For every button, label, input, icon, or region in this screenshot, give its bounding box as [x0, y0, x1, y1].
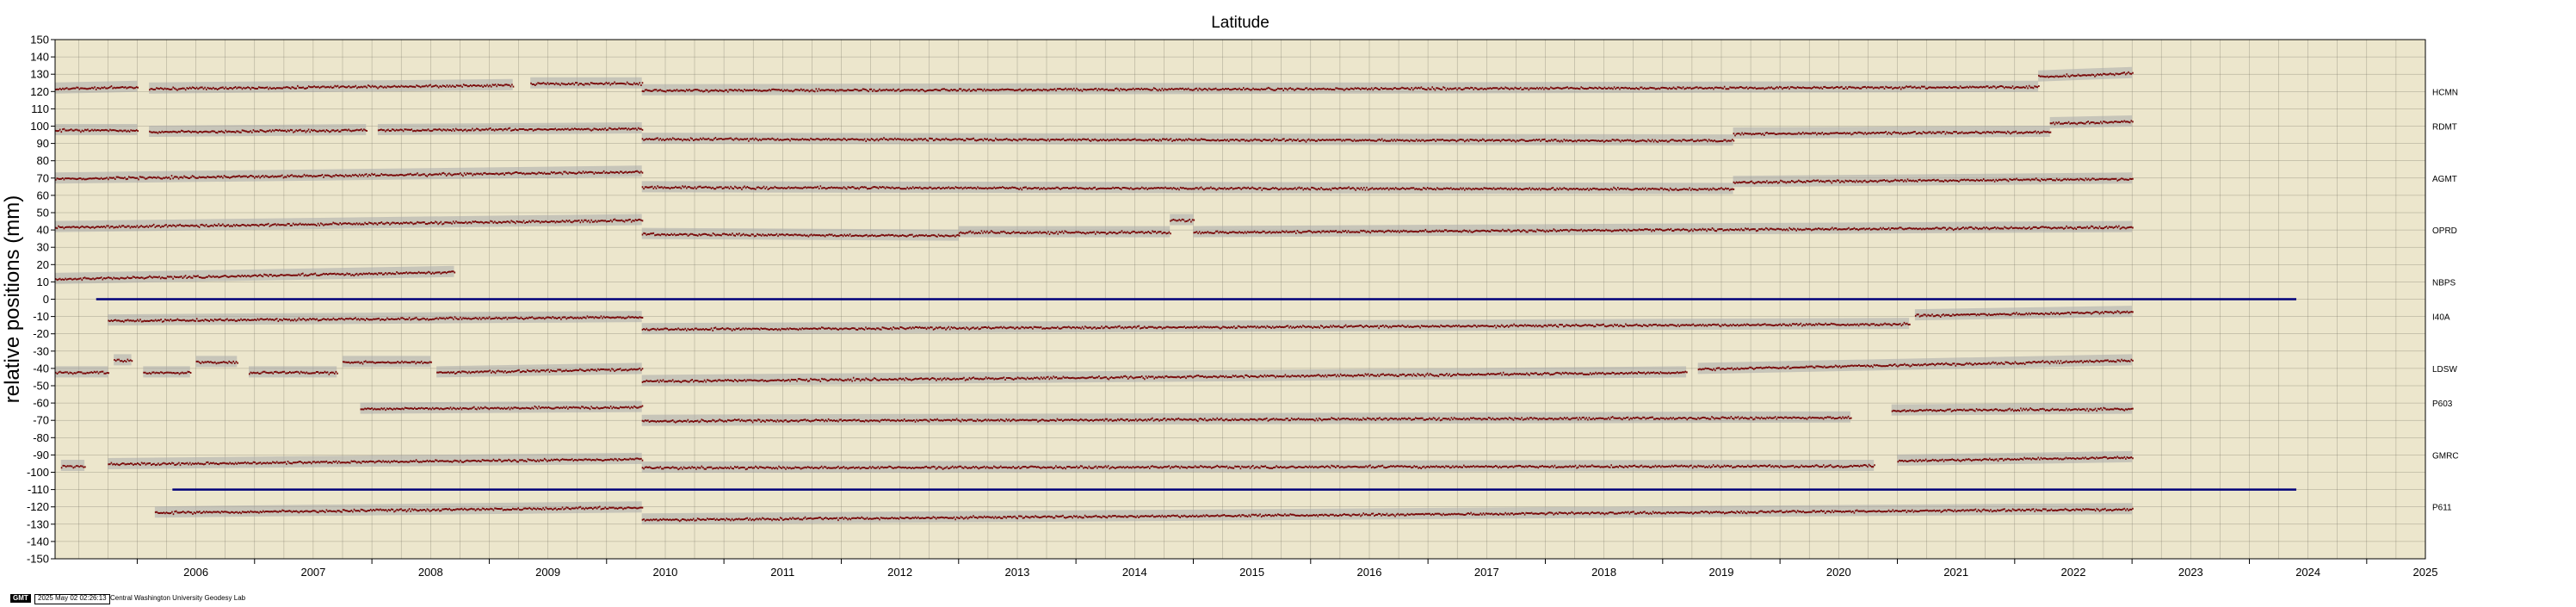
y-tick-label: -50 — [33, 380, 49, 393]
y-axis-label: relative positions (mm) — [1, 195, 24, 403]
y-tick-label: 140 — [30, 51, 49, 64]
y-tick-label: -140 — [27, 535, 49, 548]
x-axis-ticks: 2006 2007 2008 2009 2010 2011 2012 2013 2014 2015… — [136, 559, 2438, 579]
x-tick-label: 2010 — [652, 566, 677, 579]
x-tick-label: 2015 — [1239, 566, 1264, 579]
footer-timestamp: 2025 May 02 02:26:13 — [34, 594, 110, 604]
y-tick-label: -80 — [33, 431, 49, 444]
y-tick-label: 90 — [37, 137, 49, 150]
x-tick-label: 2007 — [300, 566, 325, 579]
x-tick-label: 2013 — [1004, 566, 1029, 579]
station-label: AGMT — [2432, 175, 2457, 184]
y-tick-label: -40 — [33, 362, 49, 375]
x-tick-label: 2022 — [2061, 566, 2086, 579]
station-label: I40A — [2432, 313, 2450, 323]
x-tick-label: 2019 — [1709, 566, 1734, 579]
y-tick-label: 120 — [30, 85, 49, 98]
x-tick-label: 2024 — [2295, 566, 2320, 579]
station-label: LDSW — [2432, 365, 2457, 375]
y-axis-ticks: 1501401301201101009080706050403020100-10… — [27, 34, 55, 566]
timeseries-chart: 1501401301201101009080706050403020100-10… — [1, 14, 2459, 579]
y-tick-label: -20 — [33, 327, 49, 340]
y-tick-label: 40 — [37, 224, 49, 237]
y-tick-label: 70 — [37, 171, 49, 184]
x-tick-label: 2017 — [1474, 566, 1499, 579]
x-tick-label: 2021 — [1943, 566, 1968, 579]
x-tick-label: 2011 — [770, 566, 794, 579]
y-tick-label: 10 — [37, 276, 49, 288]
x-tick-label: 2018 — [1591, 566, 1616, 579]
y-tick-label: 50 — [37, 207, 49, 220]
station-label: OPRD — [2432, 226, 2457, 236]
y-tick-label: 0 — [43, 293, 49, 306]
y-tick-label: -70 — [33, 414, 49, 427]
x-tick-label: 2023 — [2178, 566, 2203, 579]
y-tick-label: 20 — [37, 258, 49, 271]
gmt-logo: GMT — [10, 594, 31, 603]
error-band — [114, 354, 132, 366]
x-tick-label: 2006 — [183, 566, 208, 579]
y-tick-label: -90 — [33, 449, 49, 461]
y-tick-label: -120 — [27, 500, 49, 513]
x-tick-label: 2014 — [1122, 566, 1147, 579]
x-tick-label: 2012 — [887, 566, 912, 579]
x-tick-label: 2025 — [2413, 566, 2438, 579]
station-label: RDMT — [2432, 123, 2457, 133]
x-tick-label: 2009 — [535, 566, 560, 579]
y-tick-label: -130 — [27, 517, 49, 530]
station-label: P603 — [2432, 400, 2453, 409]
y-tick-label: 130 — [30, 68, 49, 81]
y-tick-label: 150 — [30, 34, 49, 46]
y-tick-label: -100 — [27, 466, 49, 479]
station-label: HCMN — [2432, 88, 2458, 97]
x-tick-label: 2020 — [1826, 566, 1851, 579]
station-labels: HCMN RDMT AGMT OPRD NBPS I40A LDSW P603 GMRC P611 — [2432, 88, 2459, 512]
y-tick-label: -150 — [27, 553, 49, 566]
y-tick-label: -110 — [28, 483, 49, 496]
y-tick-label: -60 — [33, 397, 49, 410]
x-tick-label: 2008 — [418, 566, 443, 579]
chart-title: Latitude — [1211, 14, 1269, 32]
y-tick-label: 60 — [37, 189, 49, 201]
station-label: NBPS — [2432, 278, 2456, 288]
station-label: GMRC — [2432, 451, 2459, 461]
y-tick-label: 100 — [30, 120, 49, 133]
y-tick-label: 80 — [37, 154, 49, 167]
y-tick-label: -10 — [33, 310, 49, 323]
y-tick-label: -30 — [33, 344, 49, 357]
y-tick-label: 30 — [37, 241, 49, 254]
y-tick-label: 110 — [31, 102, 49, 115]
footer-lab-name: Central Washington University Geodesy La… — [110, 594, 246, 602]
x-tick-label: 2016 — [1357, 566, 1382, 579]
station-label: P611 — [2432, 504, 2452, 513]
